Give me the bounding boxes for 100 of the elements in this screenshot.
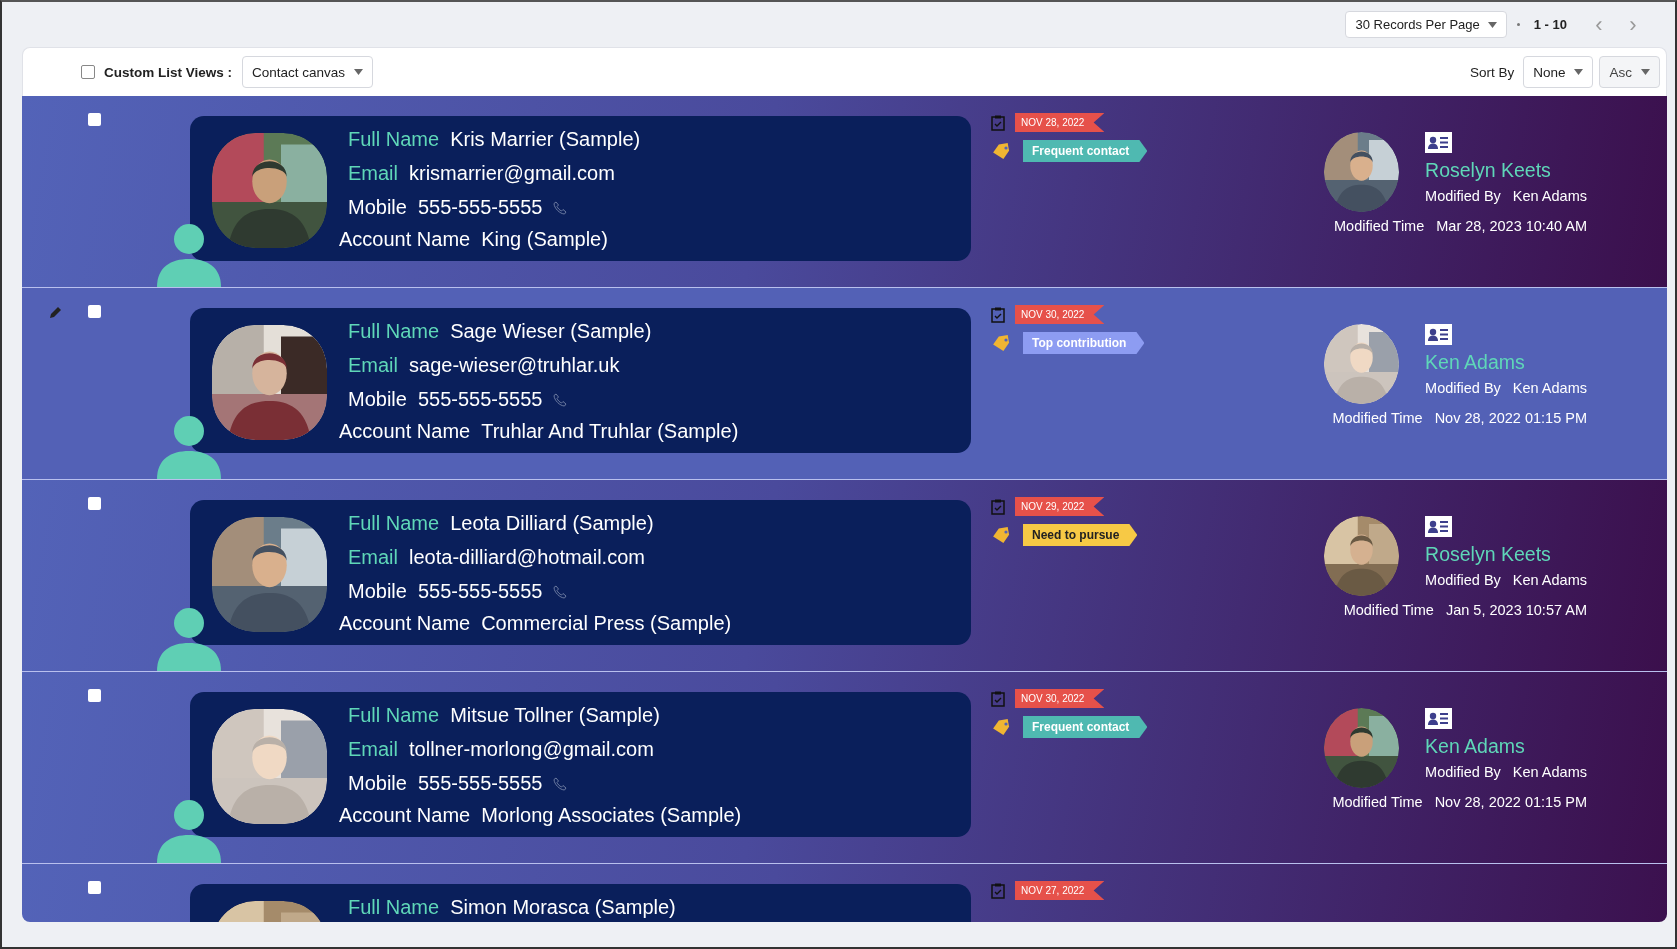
- sort-order-dropdown[interactable]: Asc: [1599, 56, 1660, 88]
- field-value: krismarrier@gmail.com: [409, 162, 615, 185]
- field-label: Email: [348, 738, 398, 761]
- field-label: Full Name: [348, 896, 440, 919]
- contact-card-icon: [1425, 132, 1453, 153]
- modified-time-label: Modified Time: [1343, 602, 1434, 618]
- contact-row[interactable]: [22, 96, 1667, 288]
- contact-card-icon: [1425, 324, 1453, 345]
- modified-by-label: Modified By: [1425, 380, 1501, 396]
- field-value: 555-555-5555: [417, 196, 543, 219]
- checkbox[interactable]: [88, 689, 101, 702]
- edit-icon[interactable]: [49, 305, 63, 319]
- modified-time-label: Modified Time: [1334, 218, 1425, 234]
- phone-icon: [553, 776, 568, 791]
- modified-by-label: Modified By: [1425, 764, 1501, 780]
- contact-card[interactable]: Full Name Mitsue Tollner (Sample) Email tollner-morlong@gmail.com Mobile 555-555-5555 Account Name Morlong Associates (Sample): [190, 692, 971, 837]
- tag-label: Frequent contact: [1023, 716, 1148, 738]
- person-silhouette-icon: [157, 415, 221, 479]
- phone-icon: [553, 392, 568, 407]
- field-value: tollner-morlong@gmail.com: [409, 738, 654, 761]
- modified-time-value: Nov 28, 2022 01:15 PM: [1434, 794, 1587, 810]
- field-label: Full Name: [348, 512, 440, 535]
- due-date-ribbon: NOV 28, 2022: [1015, 113, 1105, 132]
- modified-by-value: Ken Adams: [1512, 380, 1587, 396]
- due-date-ribbon: NOV 30, 2022: [1015, 689, 1105, 708]
- field-value: Mitsue Tollner (Sample): [450, 704, 660, 727]
- modified-by-value: Ken Adams: [1512, 188, 1587, 204]
- person-silhouette-icon: [157, 607, 221, 671]
- field-label: Full Name: [348, 704, 440, 727]
- custom-list-views-label: Custom List Views :: [104, 64, 233, 80]
- contact-card-icon: [1425, 516, 1453, 537]
- contact-row[interactable]: [22, 672, 1667, 864]
- modified-by-label: Modified By: [1425, 572, 1501, 588]
- contact-row[interactable]: [22, 480, 1667, 672]
- contact-row[interactable]: Full Name Simon Morasca (Sample) NOV 27, 2022: [22, 864, 1667, 922]
- modified-by-value: Ken Adams: [1512, 764, 1587, 780]
- caret-icon: [1641, 69, 1650, 75]
- task-clipboard-icon: [991, 882, 1005, 899]
- records-per-page-dropdown[interactable]: 30 Records Per Page: [1345, 11, 1507, 38]
- owner-name[interactable]: Roselyn Keets: [1425, 159, 1551, 182]
- field-label: Account Name: [339, 803, 471, 827]
- field-label: Full Name: [348, 320, 440, 343]
- field-value: 555-555-5555: [417, 388, 543, 411]
- caret-icon: [354, 69, 364, 75]
- task-clipboard-icon: [991, 498, 1005, 515]
- owner-name[interactable]: Ken Adams: [1425, 735, 1525, 758]
- owner-name[interactable]: Roselyn Keets: [1425, 543, 1551, 566]
- contact-card-icon: [1425, 708, 1453, 729]
- caret-icon: [1487, 21, 1497, 28]
- person-silhouette-icon: [157, 223, 221, 287]
- contact-card[interactable]: Full Name Leota Dilliard (Sample) Email leota-dilliard@hotmail.com Mobile 555-555-5555 Account Name Commercial Press (Sample): [190, 500, 971, 645]
- field-label: Mobile: [348, 388, 407, 411]
- field-label: Account Name: [339, 419, 471, 443]
- field-label: Email: [348, 162, 398, 185]
- modified-time-value: Nov 28, 2022 01:15 PM: [1434, 410, 1587, 426]
- tag-label: Frequent contact: [1023, 140, 1148, 162]
- field-label: Email: [348, 546, 398, 569]
- phone-icon: [553, 200, 568, 215]
- checkbox[interactable]: [88, 497, 101, 510]
- checkbox[interactable]: [88, 881, 101, 894]
- field-value: sage-wieser@truhlar.uk: [409, 354, 620, 377]
- field-value: King (Sample): [481, 227, 608, 251]
- sort-by-label: Sort By: [1469, 64, 1515, 80]
- contact-row[interactable]: [22, 288, 1667, 480]
- tag-label: Top contribution: [1023, 332, 1145, 354]
- field-label: Account Name: [339, 227, 471, 251]
- field-label: Full Name: [348, 128, 440, 151]
- contact-card[interactable]: Full Name Sage Wieser (Sample) Email sage-wieser@truhlar.uk Mobile 555-555-5555 Account Name Truhlar And Truhlar (Sample): [190, 308, 971, 453]
- modified-time-label: Modified Time: [1332, 794, 1423, 810]
- modified-by-label: Modified By: [1425, 188, 1501, 204]
- contact-card[interactable]: Full Name Simon Morasca (Sample): [190, 884, 971, 922]
- caret-icon: [1574, 69, 1584, 75]
- field-value: Sage Wieser (Sample): [450, 320, 652, 343]
- due-date-ribbon: NOV 30, 2022: [1015, 305, 1105, 324]
- checkbox[interactable]: [88, 113, 101, 126]
- checkbox[interactable]: [81, 65, 95, 79]
- task-clipboard-icon: [991, 114, 1005, 131]
- field-value: Simon Morasca (Sample): [450, 896, 676, 919]
- due-date-ribbon: NOV 27, 2022: [1015, 881, 1105, 900]
- modified-time-label: Modified Time: [1332, 410, 1423, 426]
- modified-by-value: Ken Adams: [1512, 572, 1587, 588]
- field-label: Mobile: [348, 772, 407, 795]
- list-view-dropdown[interactable]: Contact canvas: [242, 56, 374, 88]
- due-date-ribbon: NOV 29, 2022: [1015, 497, 1105, 516]
- field-label: Email: [348, 354, 398, 377]
- field-value: 555-555-5555: [417, 580, 543, 603]
- modified-time-value: Jan 5, 2023 10:57 AM: [1445, 602, 1587, 618]
- field-label: Mobile: [348, 196, 407, 219]
- checkbox[interactable]: [88, 305, 101, 318]
- modified-time-value: Mar 28, 2023 10:40 AM: [1436, 218, 1587, 234]
- field-label: Account Name: [339, 611, 471, 635]
- phone-icon: [553, 584, 568, 599]
- tag-label: Need to pursue: [1023, 524, 1138, 546]
- sort-field-dropdown[interactable]: None: [1523, 56, 1594, 88]
- field-value: Leota Dilliard (Sample): [450, 512, 654, 535]
- person-silhouette-icon: [157, 799, 221, 863]
- field-value: Morlong Associates (Sample): [481, 803, 742, 827]
- contact-card[interactable]: Full Name Kris Marrier (Sample) Email krismarrier@gmail.com Mobile 555-555-5555 Account Name King (Sample): [190, 116, 971, 261]
- task-clipboard-icon: [991, 690, 1005, 707]
- field-label: Mobile: [348, 580, 407, 603]
